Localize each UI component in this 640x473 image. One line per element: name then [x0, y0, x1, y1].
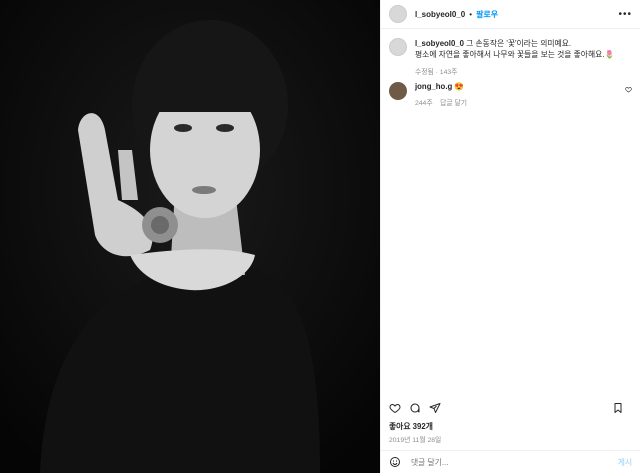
- caption-text-block: l_sobyeol0_0 그 손동작은 '꽃'이라는 의미예요. 평소에 자연을…: [415, 38, 614, 78]
- post-date: 2019년 11월 28일: [389, 437, 442, 444]
- comment-username[interactable]: jong_ho.g: [415, 82, 452, 91]
- caption-meta: 수정됨 · 143주: [415, 69, 458, 76]
- comment-icon[interactable]: [409, 402, 421, 414]
- comment-body: jong_ho.g 😍 244주 답글 달기: [415, 82, 632, 107]
- portrait-image: [0, 0, 380, 473]
- post-side-panel: l_sobyeol0_0 • 팔로우 ••• l_sobyeol0_0 그 손동…: [380, 0, 640, 473]
- post-comment-button[interactable]: 게시: [618, 457, 632, 468]
- reply-button[interactable]: 답글 달기: [440, 100, 467, 107]
- instagram-post-view: l_sobyeol0_0 • 팔로우 ••• l_sobyeol0_0 그 손동…: [0, 0, 640, 473]
- comment-line: jong_ho.g 😍: [415, 82, 632, 91]
- caption-avatar[interactable]: [389, 38, 407, 56]
- emoji-icon[interactable]: [389, 456, 401, 468]
- more-icon[interactable]: •••: [618, 9, 632, 20]
- post-header: l_sobyeol0_0 • 팔로우 •••: [381, 0, 640, 29]
- separator-dot: •: [469, 9, 473, 19]
- caption: l_sobyeol0_0 그 손동작은 '꽃'이라는 의미예요. 평소에 자연을…: [389, 38, 632, 78]
- author-username[interactable]: l_sobyeol0_0: [415, 10, 465, 19]
- comment-input-row: 게시: [381, 450, 640, 473]
- likes-count[interactable]: 좋아요 392개: [389, 421, 433, 432]
- comment-input[interactable]: [409, 456, 618, 468]
- caption-line-1: 그 손동작은 '꽃'이라는 의미예요.: [466, 39, 572, 48]
- caption-line-2: 평소에 자연을 좋아해서 나무와 꽃들을 보는 것을 좋아해요.🌷: [415, 50, 615, 59]
- comment-meta: 244주 답글 달기: [415, 97, 632, 107]
- follow-button[interactable]: 팔로우: [476, 9, 498, 20]
- comment-text: 😍: [454, 82, 465, 91]
- share-icon[interactable]: [429, 402, 441, 414]
- comment-item: jong_ho.g 😍 244주 답글 달기: [389, 82, 632, 107]
- avatar[interactable]: [389, 5, 407, 23]
- comment-avatar[interactable]: [389, 82, 407, 100]
- post-photo[interactable]: [0, 0, 380, 473]
- action-bar: [389, 401, 632, 415]
- bookmark-icon[interactable]: [612, 402, 624, 414]
- comment-age: 244주: [415, 100, 433, 107]
- like-icon[interactable]: [389, 402, 401, 414]
- caption-username[interactable]: l_sobyeol0_0: [415, 39, 464, 48]
- comment-like-icon[interactable]: [625, 86, 632, 93]
